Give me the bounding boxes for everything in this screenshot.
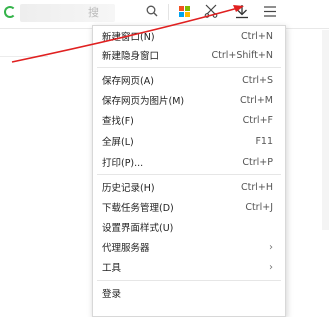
menu-separator bbox=[97, 67, 281, 68]
browser-logo-icon bbox=[4, 6, 16, 18]
main-menu: 新建窗口(N) Ctrl+N 新建隐身窗口 Ctrl+Shift+N 保存网页(… bbox=[92, 25, 286, 317]
menu-item-save-as-image[interactable]: 保存网页为图片(M) Ctrl+M bbox=[93, 91, 285, 109]
menu-item-label: 查找(F) bbox=[102, 116, 134, 127]
address-hint: 搜 bbox=[88, 6, 99, 19]
menu-item-label: 新建隐身窗口 bbox=[102, 51, 160, 62]
menu-item-shortcut: Ctrl+Shift+N bbox=[211, 49, 273, 61]
toolbar-divider bbox=[168, 4, 169, 20]
menu-item-downloads[interactable]: 下载任务管理(D) Ctrl+J bbox=[93, 198, 285, 216]
menu-item-label: 保存网页(A) bbox=[102, 76, 154, 87]
menu-item-shortcut: Ctrl+F bbox=[242, 114, 273, 126]
menu-item-label: 设置界面样式(U) bbox=[102, 223, 174, 234]
cut-icon[interactable] bbox=[200, 0, 222, 22]
chevron-right-icon: › bbox=[269, 261, 273, 273]
menu-item-history[interactable]: 历史记录(H) Ctrl+H bbox=[93, 178, 285, 196]
menu-item-label: 新建窗口(N) bbox=[102, 32, 155, 43]
menu-item-interface-style[interactable]: 设置界面样式(U) bbox=[93, 218, 285, 236]
menu-item-label: 工具 bbox=[102, 263, 122, 274]
page-divider bbox=[0, 56, 48, 57]
menu-item-label: 代理服务器 bbox=[102, 243, 150, 254]
menu-item-shortcut: Ctrl+M bbox=[239, 94, 273, 106]
menu-item-label: 历史记录(H) bbox=[102, 183, 155, 194]
apps-grid-icon[interactable] bbox=[175, 0, 193, 22]
menu-item-tools[interactable]: 工具 › bbox=[93, 258, 285, 276]
menu-item-shortcut: Ctrl+S bbox=[242, 74, 273, 86]
menu-item-find[interactable]: 查找(F) Ctrl+F bbox=[93, 111, 285, 129]
menu-icon[interactable] bbox=[260, 0, 280, 22]
page-scrollbar[interactable] bbox=[322, 30, 329, 230]
menu-separator bbox=[97, 280, 281, 281]
menu-item-save-page[interactable]: 保存网页(A) Ctrl+S bbox=[93, 71, 285, 89]
menu-item-new-window[interactable]: 新建窗口(N) Ctrl+N bbox=[93, 27, 285, 45]
menu-item-label: 全屏(L) bbox=[102, 137, 134, 148]
menu-item-print[interactable]: 打印(P)... Ctrl+P bbox=[93, 153, 285, 171]
menu-item-label: 保存网页为图片(M) bbox=[102, 96, 185, 107]
menu-item-label: 登录 bbox=[102, 289, 122, 300]
search-icon[interactable] bbox=[143, 0, 161, 22]
menu-item-shortcut: Ctrl+N bbox=[241, 30, 273, 42]
menu-item-shortcut: Ctrl+J bbox=[245, 201, 273, 213]
address-bar[interactable] bbox=[20, 4, 115, 22]
chevron-right-icon: › bbox=[269, 241, 273, 253]
menu-item-shortcut: F11 bbox=[255, 135, 273, 147]
menu-item-fullscreen[interactable]: 全屏(L) F11 bbox=[93, 132, 285, 150]
download-icon[interactable] bbox=[230, 0, 254, 22]
menu-item-new-incognito-window[interactable]: 新建隐身窗口 Ctrl+Shift+N bbox=[93, 46, 285, 64]
menu-item-label: 下载任务管理(D) bbox=[102, 203, 174, 214]
menu-item-login[interactable]: 登录 bbox=[93, 284, 285, 302]
menu-separator bbox=[97, 174, 281, 175]
menu-item-shortcut: Ctrl+P bbox=[242, 156, 273, 168]
menu-item-shortcut: Ctrl+H bbox=[240, 181, 273, 193]
menu-item-proxy-server[interactable]: 代理服务器 › bbox=[93, 238, 285, 256]
menu-item-label: 打印(P)... bbox=[102, 158, 144, 169]
